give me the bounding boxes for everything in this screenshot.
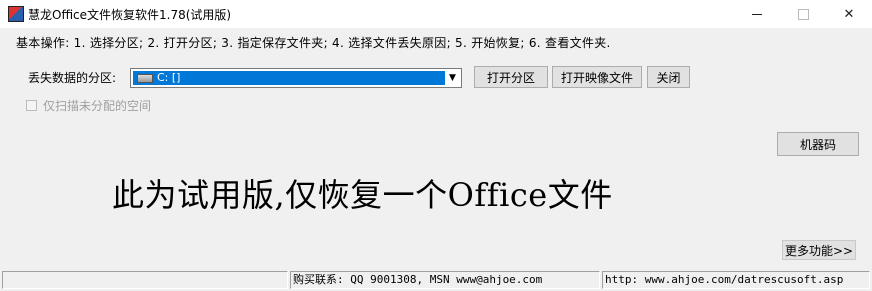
status-url: http: www.ahjoe.com/datrescusoft.asp xyxy=(602,271,870,289)
title-bar: 慧龙Office文件恢复软件1.78(试用版) ✕ xyxy=(0,0,872,28)
dropdown-arrow-icon[interactable]: ▼ xyxy=(445,70,460,86)
open-image-file-button[interactable]: 打开映像文件 xyxy=(552,66,642,88)
scan-unallocated-option[interactable]: 仅扫描未分配的空间 xyxy=(26,97,151,114)
app-icon xyxy=(8,6,24,22)
scan-unallocated-label: 仅扫描未分配的空间 xyxy=(43,99,152,113)
machine-code-button[interactable]: 机器码 xyxy=(777,132,859,156)
partition-selected-value: C: [] xyxy=(133,71,445,85)
close-button[interactable]: 关闭 xyxy=(647,66,690,88)
minimize-button[interactable] xyxy=(734,0,780,28)
maximize-button xyxy=(780,0,826,28)
scan-unallocated-checkbox[interactable] xyxy=(26,100,37,111)
status-contact: 购买联系: QQ 9001308, MSN www@ahjoe.com xyxy=(290,271,600,289)
basic-steps-text: 基本操作: 1. 选择分区; 2. 打开分区; 3. 指定保存文件夹; 4. 选… xyxy=(16,36,611,50)
close-window-button[interactable]: ✕ xyxy=(826,0,872,28)
status-cell-empty xyxy=(2,271,288,289)
partition-selected-text: C: [] xyxy=(157,71,181,84)
partition-select[interactable]: C: [] ▼ xyxy=(130,68,462,88)
partition-label: 丢失数据的分区: xyxy=(28,71,117,85)
status-bar: 购买联系: QQ 9001308, MSN www@ahjoe.com http… xyxy=(0,269,872,291)
drive-icon xyxy=(137,73,153,83)
open-partition-button[interactable]: 打开分区 xyxy=(474,66,548,88)
window-title: 慧龙Office文件恢复软件1.78(试用版) xyxy=(28,8,232,22)
trial-notice: 此为试用版,仅恢复一个Office文件 xyxy=(112,176,613,214)
more-features-button[interactable]: 更多功能>> xyxy=(782,240,856,260)
